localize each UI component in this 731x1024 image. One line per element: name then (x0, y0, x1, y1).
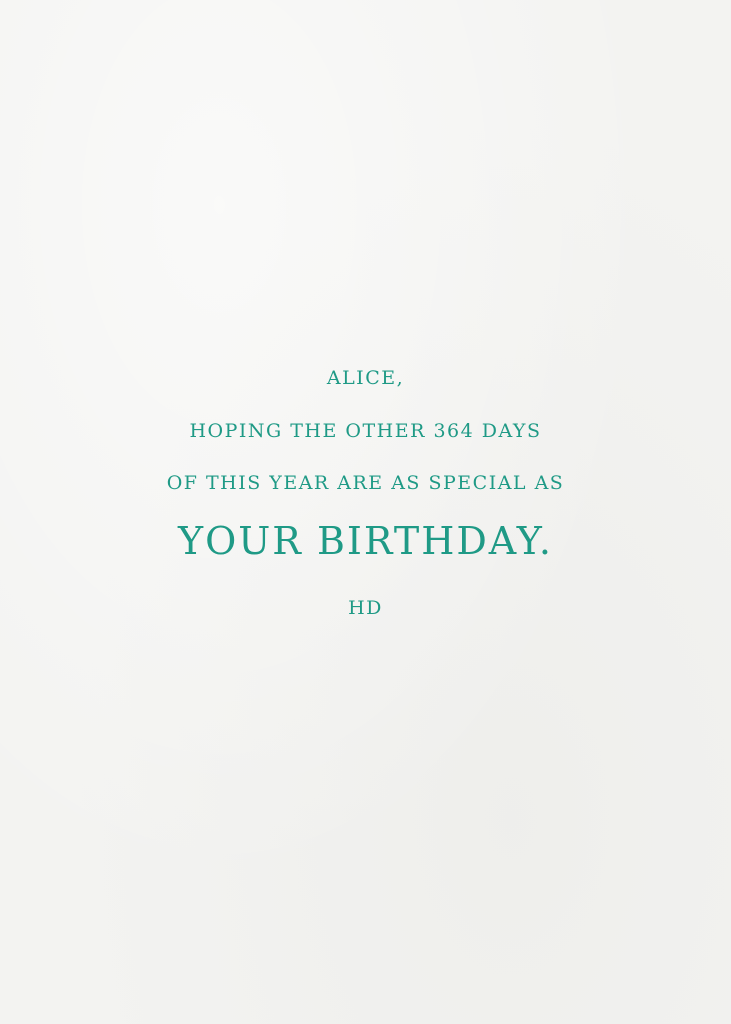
message-line-2: OF THIS YEAR ARE AS SPECIAL AS (166, 472, 565, 494)
message-emphasis: YOUR BIRTHDAY. (178, 519, 553, 563)
greeting-text: ALICE, (326, 367, 405, 389)
signoff-text: HD (348, 597, 383, 619)
card-paper: ALICE, HOPING THE OTHER 364 DAYS OF THIS… (0, 0, 731, 1024)
message-line-1: HOPING THE OTHER 364 DAYS (189, 420, 542, 442)
